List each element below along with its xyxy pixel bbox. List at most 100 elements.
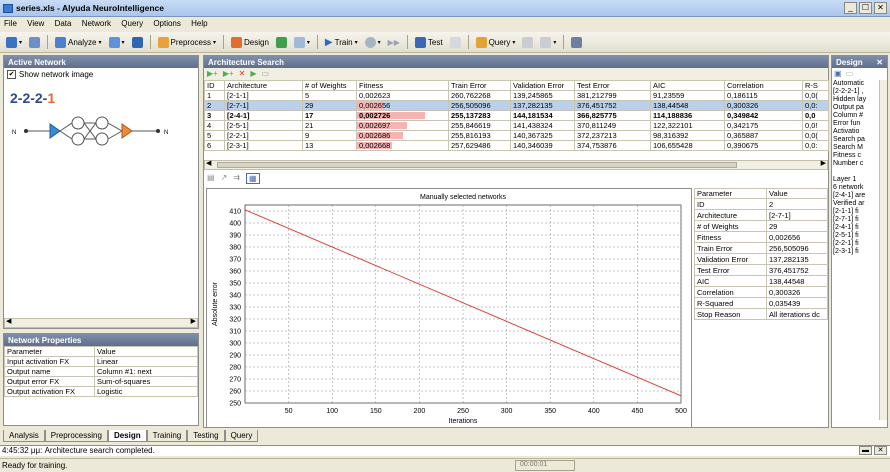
chart-table-icon[interactable]: ▦ — [245, 173, 260, 184]
analyze-icon — [55, 36, 67, 48]
table-button[interactable]: ▾ — [107, 34, 127, 51]
tab-design[interactable]: Design — [107, 430, 147, 442]
run-icon[interactable]: ▶ — [250, 69, 256, 79]
table-row[interactable]: Output name Column #1: next — [4, 366, 198, 377]
table-row[interactable]: Validation Error 137,282135 — [694, 253, 828, 265]
scroll-thumb[interactable] — [217, 162, 737, 168]
close-button[interactable]: ✕ — [874, 2, 887, 14]
export-button[interactable] — [520, 34, 535, 51]
table-row[interactable]: R-Squared 0,035439 — [694, 297, 828, 309]
tab-preprocessing[interactable]: Preprocessing — [44, 430, 108, 442]
close-icon[interactable]: ✕ — [876, 58, 883, 67]
scroll-right-icon[interactable]: ▶ — [191, 317, 196, 325]
active-network-header: Active Network — [4, 56, 198, 68]
show-network-image-checkbox[interactable]: ✔ — [7, 70, 16, 79]
open-button[interactable]: ▾ — [4, 34, 24, 51]
export-icon[interactable]: ▭ — [262, 69, 270, 79]
design-vertical-scrollbar[interactable] — [879, 80, 887, 420]
tab-analysis[interactable]: Analysis — [3, 430, 45, 442]
x-tick-label: 200 — [414, 408, 426, 415]
scroll-left-icon[interactable]: ◀ — [6, 317, 11, 325]
table-row[interactable]: 1 [2-1-1] 5 0,002623 260,762268 139,245865 381… — [204, 90, 829, 101]
log-close-button[interactable]: ✕ — [874, 446, 887, 455]
left-horizontal-scrollbar[interactable]: ◀ ▶ — [4, 318, 198, 328]
y-tick-label: 290 — [229, 353, 241, 360]
gear-icon — [364, 36, 376, 48]
train-button[interactable]: ▶ Train ▾ — [323, 34, 360, 51]
remove-icon[interactable]: ✕ — [239, 69, 246, 79]
settings-button[interactable] — [569, 34, 584, 51]
log-minimize-button[interactable]: ▬ — [859, 446, 872, 455]
table-row[interactable]: Stop Reason All iterations dc — [694, 308, 828, 320]
error-chart-svg: Manually selected networks 250 260 270 280 29… — [212, 194, 687, 425]
table-row[interactable]: 4 [2-5-1] 21 0,002697 255,846619 141,438324 37… — [204, 120, 829, 131]
table-cell: 0,0: — [802, 140, 829, 151]
grid-button[interactable] — [130, 34, 145, 51]
minimize-button[interactable]: _ — [844, 2, 857, 14]
table-cell: 1 — [204, 90, 225, 101]
scroll-right-icon[interactable]: ▶ — [821, 159, 826, 167]
table-row[interactable]: # of Weights 29 — [694, 220, 828, 232]
table-row[interactable]: Input activation FX Linear — [4, 356, 198, 367]
chart-compare-icon[interactable]: ⇉ — [233, 173, 240, 184]
arch-icon — [293, 36, 305, 48]
table-header-row: Parameter Value — [4, 346, 198, 357]
preprocess-button[interactable]: Preprocess ▾ — [156, 34, 218, 51]
add-icon[interactable]: ▶+ — [207, 69, 218, 79]
table-row[interactable]: 2 [2-7-1] 29 0,002656 256,505096 137,282135 37… — [204, 100, 829, 111]
menu-query[interactable]: Query — [117, 17, 147, 30]
save-button[interactable] — [27, 34, 42, 51]
selected-network-params-table: Parameter Value ID 2 Architecture [2-7-1] # … — [694, 188, 828, 320]
maximize-button[interactable]: ☐ — [859, 2, 872, 14]
table-cell: 0,035439 — [766, 297, 828, 309]
table-row[interactable]: ID 2 — [694, 198, 828, 210]
chart-button[interactable] — [274, 34, 289, 51]
tab-query[interactable]: Query — [224, 430, 259, 442]
menu-options[interactable]: Options — [149, 17, 185, 30]
query-button[interactable]: Query ▾ — [474, 34, 518, 51]
report-button[interactable]: ▾ — [538, 34, 558, 51]
design-button[interactable]: Design — [229, 34, 271, 51]
arch-search-toolbar: ▶+ ▶+ ✕ ▶ ▭ — [204, 68, 828, 80]
chart-view-icon[interactable]: ▤ — [207, 173, 215, 184]
status-bar: Ready for training. 00:00:01 — [0, 458, 890, 472]
menu-view[interactable]: View — [23, 17, 48, 30]
test-button[interactable]: Test — [413, 34, 445, 51]
table-row[interactable]: Correlation 0,300326 — [694, 286, 828, 298]
menu-help[interactable]: Help — [187, 17, 211, 30]
train-options-button[interactable]: ▾ — [363, 34, 383, 51]
test-graph-button[interactable] — [448, 34, 463, 51]
table-row[interactable]: Architecture [2-7-1] — [694, 209, 828, 221]
print-icon[interactable]: ▭ — [846, 69, 854, 79]
table-row[interactable]: AIC 138,44548 — [694, 275, 828, 287]
save-icon[interactable]: ▣ — [834, 69, 842, 79]
add-all-icon[interactable]: ▶+ — [223, 69, 234, 79]
menu-data[interactable]: Data — [51, 17, 76, 30]
tab-training[interactable]: Training — [146, 430, 188, 442]
table-row[interactable]: 6 [2-3-1] 13 0,002668 257,629486 140,346039 37… — [204, 140, 829, 151]
table-row[interactable]: Output activation FX Logistic — [4, 386, 198, 397]
table-cell: 381,212799 — [574, 90, 651, 101]
menu-file[interactable]: File — [0, 17, 21, 30]
y-tick-label: 320 — [229, 317, 241, 324]
menu-network[interactable]: Network — [78, 17, 115, 30]
table-row[interactable]: Test Error 376,451752 — [694, 264, 828, 276]
chart-line-icon[interactable]: ↗ — [221, 173, 228, 184]
arch-button[interactable]: ▾ — [292, 34, 312, 51]
column-header: # of Weights — [302, 80, 357, 91]
table-row[interactable]: 3 [2-4-1] 17 0,002726 255,137283 144,181534 36… — [204, 110, 829, 121]
skip-button[interactable]: ▶▶ — [386, 34, 402, 51]
test-icon — [414, 36, 426, 48]
table-row[interactable]: Train Error 256,505096 — [694, 242, 828, 254]
table-cell: 138,44548 — [766, 275, 828, 287]
table-row[interactable]: 5 [2-2-1] 9 0,002686 255,816193 140,367325 372… — [204, 130, 829, 141]
table-cell: 3 — [204, 110, 225, 121]
table-row[interactable]: Output error FX Sum-of-squares — [4, 376, 198, 387]
arch-horizontal-scrollbar[interactable]: ◀ ▶ — [204, 160, 828, 170]
table-row[interactable]: Fitness 0,002656 — [694, 231, 828, 243]
analyze-button[interactable]: Analyze ▾ — [53, 34, 103, 51]
log-line: 4:45:32 μμ: Architecture search complete… — [0, 445, 890, 456]
tab-testing[interactable]: Testing — [187, 430, 225, 442]
table-cell: 137,282135 — [510, 100, 575, 111]
scroll-left-icon[interactable]: ◀ — [206, 159, 211, 167]
